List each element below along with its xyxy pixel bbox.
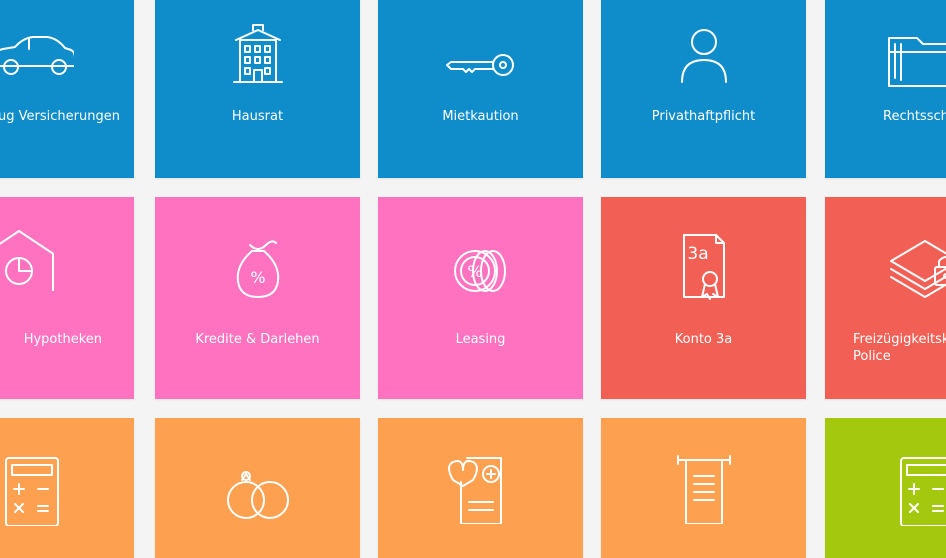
- tile-hausrat[interactable]: Hausrat: [155, 0, 360, 178]
- svg-text:3a: 3a: [687, 244, 708, 264]
- calculator-icon: [900, 457, 946, 526]
- tile-leasing[interactable]: % Leasing: [378, 197, 583, 399]
- money-bag-icon: %: [236, 240, 279, 298]
- scroll-icon: [676, 455, 731, 524]
- key-icon: [445, 54, 514, 76]
- tile-label: ...ug Versicherungen: [0, 109, 120, 124]
- car-icon: [0, 36, 74, 75]
- house-chart-icon: [0, 230, 54, 291]
- calculator-icon: [5, 457, 59, 526]
- tile-label: Leasing: [455, 332, 506, 347]
- tile-label: Kredite & Darlehen: [195, 332, 320, 347]
- rings-icon: [226, 471, 289, 519]
- person-icon: [680, 29, 727, 83]
- tile-rings[interactable]: [155, 418, 360, 558]
- money-lock-icon: [890, 240, 946, 298]
- tile-label: Rechtssch...: [883, 109, 946, 124]
- tile-rechtsschutz[interactable]: Rechtssch...: [825, 0, 946, 178]
- tile-fahrzeug-versicherungen[interactable]: ...ug Versicherungen: [0, 0, 134, 178]
- tile-calculator-green[interactable]: [825, 418, 946, 558]
- svg-text:%: %: [467, 262, 482, 281]
- folder-icon: [888, 37, 946, 87]
- building-icon: [232, 24, 283, 83]
- tile-konto-3a[interactable]: 3a Konto 3a: [601, 197, 806, 399]
- tile-label: Mietkaution: [442, 109, 519, 124]
- certificate-icon: 3a: [682, 234, 725, 300]
- tile-health[interactable]: [378, 418, 583, 558]
- tile-label: Konto 3a: [674, 332, 733, 347]
- tile-hypotheken[interactable]: Hypotheken: [0, 197, 134, 399]
- tile-label: Hypotheken: [23, 332, 102, 347]
- tile-privathaftpflicht[interactable]: Privathaftpflicht: [601, 0, 806, 178]
- tile-label: Freizügigkeitsk... Police: [853, 332, 946, 364]
- tile-label: Hausrat: [231, 109, 284, 124]
- svg-text:%: %: [250, 268, 265, 287]
- tile-calculator[interactable]: [0, 418, 134, 558]
- health-document-icon: [447, 457, 502, 524]
- tile-label: Privathaftpflicht: [651, 109, 756, 124]
- tile-mietkaution[interactable]: Mietkaution: [378, 0, 583, 178]
- coins-icon: %: [453, 250, 506, 292]
- tile-freizuegigkeitskonto[interactable]: Freizügigkeitsk... Police: [825, 197, 946, 399]
- tile-scroll[interactable]: [601, 418, 806, 558]
- tile-kredite-darlehen[interactable]: % Kredite & Darlehen: [155, 197, 360, 399]
